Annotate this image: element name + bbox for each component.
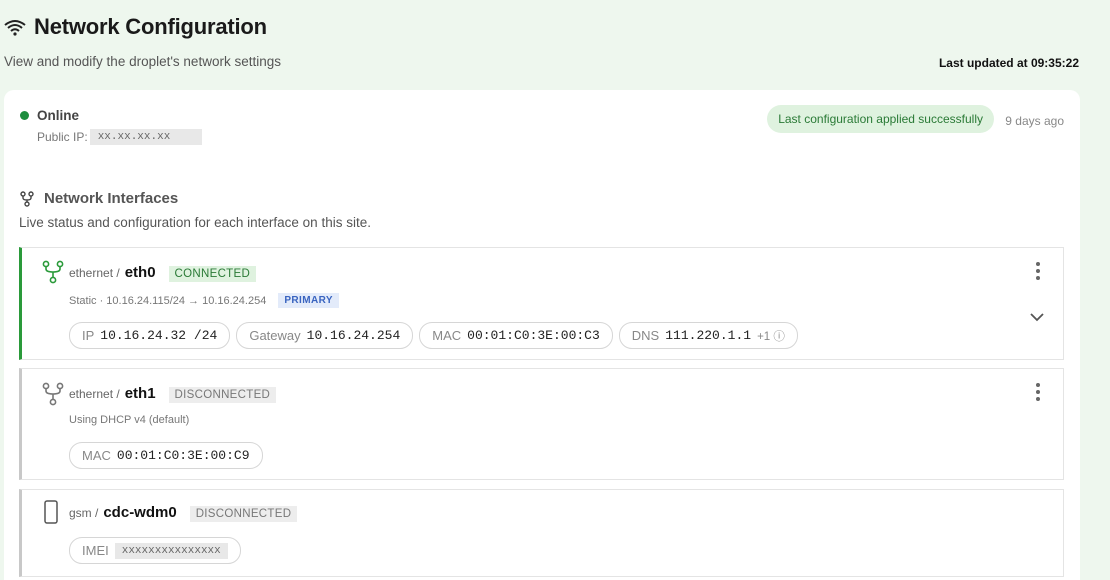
interface-name: cdc-wdm0 (103, 504, 177, 521)
wifi-icon (4, 20, 26, 36)
interfaces-heading: Network Interfaces (20, 190, 178, 207)
fork-icon (42, 260, 64, 284)
chip-label: IMEI (82, 543, 109, 558)
page-header: Network Configuration View and modify th… (4, 14, 1104, 70)
interface-name: eth0 (124, 264, 156, 281)
chip-label: IP (82, 328, 95, 343)
status-badge: DISCONNECTED (189, 506, 298, 522)
chevron-down-icon[interactable] (1029, 312, 1045, 322)
interface-chips: IMEI xxxxxxxxxxxxxxx (69, 537, 241, 564)
interface-card-eth0[interactable]: ethernet / eth0 CONNECTED Static · 10.16… (19, 247, 1064, 360)
interfaces-title: Network Interfaces (44, 190, 179, 207)
interface-detail: Static · 10.16.24.115/24 → 10.16.24.254 … (69, 293, 339, 308)
apply-time: 9 days ago (1005, 114, 1064, 128)
interfaces-subtitle: Live status and configuration for each i… (19, 215, 371, 230)
dns-chip[interactable]: DNS 111.220.1.1 +1 ⓘ (618, 322, 798, 349)
status-dot (20, 111, 29, 120)
apply-status-badge: Last configuration applied successfully (767, 105, 994, 133)
chip-value: 00:01:C0:3E:00:C9 (116, 448, 250, 463)
interface-chips: IP 10.16.24.32 /24 Gateway 10.16.24.254 … (69, 322, 798, 349)
interface-name-row: ethernet / eth1 DISCONNECTED (69, 385, 277, 403)
interface-name-row: gsm / cdc-wdm0 DISCONNECTED (69, 504, 298, 522)
interface-type: gsm / (69, 506, 99, 520)
interface-type: ethernet / (69, 387, 120, 401)
dns-extra[interactable]: +1 ⓘ (757, 328, 785, 344)
online-status: Online (20, 108, 79, 123)
status-badge: CONNECTED (168, 266, 257, 282)
chip-label: Gateway (249, 328, 301, 343)
interface-name: eth1 (124, 385, 156, 402)
interface-name-row: ethernet / eth0 CONNECTED (69, 264, 257, 282)
page-title: Network Configuration (34, 14, 267, 39)
ip-chip: IP 10.16.24.32 /24 (69, 322, 231, 349)
mac-chip: MAC 00:01:C0:3E:00:C3 (419, 322, 613, 349)
chip-value: 00:01:C0:3E:00:C3 (467, 328, 600, 343)
public-ip: Public IP: xx.xx.xx.xx (37, 129, 202, 145)
more-menu-icon[interactable] (1035, 262, 1041, 280)
status-badge: DISCONNECTED (168, 387, 277, 403)
interface-detail-text: Static · 10.16.24.115/24 → 10.16.24.254 (69, 294, 267, 307)
interface-card-eth1[interactable]: ethernet / eth1 DISCONNECTED Using DHCP … (19, 368, 1064, 480)
interface-detail-text: Using DHCP v4 (default) (69, 414, 190, 426)
chip-value: 10.16.24.254 (306, 328, 401, 343)
title-row: Network Configuration (4, 14, 1104, 40)
network-card: Online Public IP: xx.xx.xx.xx Last confi… (4, 90, 1080, 580)
chip-label: DNS (631, 328, 660, 343)
more-menu-icon[interactable] (1035, 383, 1041, 401)
chip-value: 111.220.1.1 (665, 328, 752, 343)
gateway-chip: Gateway 10.16.24.254 (236, 322, 414, 349)
page-subtitle: View and modify the droplet's network se… (4, 54, 281, 69)
chip-value: xxxxxxxxxxxxxxx (114, 542, 228, 559)
interface-detail: Using DHCP v4 (default) (69, 414, 189, 426)
fork-icon (20, 190, 34, 207)
interface-chips: MAC 00:01:C0:3E:00:C9 (69, 442, 263, 469)
fork-icon (42, 382, 64, 406)
public-ip-value: xx.xx.xx.xx (89, 129, 202, 145)
imei-chip: IMEI xxxxxxxxxxxxxxx (69, 537, 241, 564)
phone-icon (44, 500, 58, 524)
mac-chip: MAC 00:01:C0:3E:00:C9 (69, 442, 263, 469)
last-updated: Last updated at 09:35:22 (938, 56, 1079, 70)
chip-value: 10.16.24.32 /24 (100, 328, 218, 343)
interface-card-cdc-wdm0[interactable]: gsm / cdc-wdm0 DISCONNECTED IMEI xxxxxxx… (19, 489, 1064, 577)
chip-label: MAC (82, 448, 111, 463)
public-ip-label: Public IP: (37, 130, 88, 144)
chip-label: MAC (432, 328, 462, 343)
status-text: Online (37, 108, 80, 123)
primary-badge: PRIMARY (278, 293, 339, 308)
interface-type: ethernet / (69, 266, 120, 280)
